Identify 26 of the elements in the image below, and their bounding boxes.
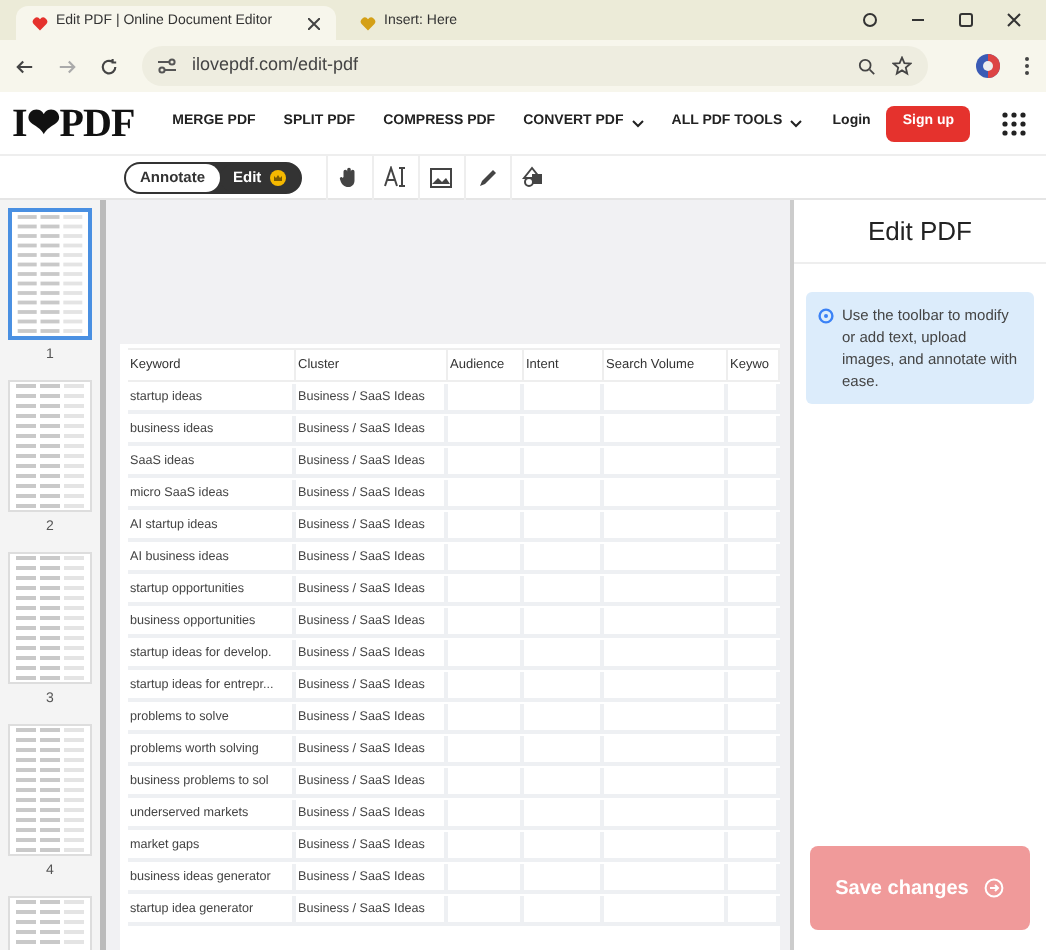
zoom-icon[interactable] — [858, 57, 876, 75]
site-settings-icon[interactable] — [158, 58, 176, 74]
close-icon[interactable] — [308, 17, 320, 29]
info-icon — [818, 308, 834, 324]
pen-tool-icon[interactable] — [477, 167, 498, 187]
address-bar[interactable]: ilovepdf.com/edit-pdf — [142, 46, 928, 86]
favicon-icon — [360, 15, 376, 31]
image-tool-icon[interactable] — [430, 167, 453, 187]
profile-menu-icon[interactable] — [862, 12, 878, 28]
apps-grid-icon[interactable] — [1002, 111, 1026, 135]
profile-avatar-icon[interactable] — [976, 54, 1000, 78]
text-tool-icon[interactable] — [383, 166, 408, 188]
more-menu-icon[interactable] — [1024, 56, 1030, 76]
reload-icon[interactable] — [100, 57, 118, 75]
close-window-icon[interactable] — [1006, 12, 1022, 28]
back-icon[interactable] — [16, 57, 34, 75]
site-logo[interactable]: I❤PDF — [12, 93, 135, 153]
crown-badge-icon — [269, 169, 286, 185]
panel-title: Edit PDF — [794, 200, 1046, 264]
hand-tool-icon[interactable] — [338, 166, 361, 188]
maximize-icon[interactable] — [958, 12, 974, 28]
arrow-circle-icon — [984, 878, 1005, 898]
shapes-tool-icon[interactable] — [522, 166, 545, 188]
bookmark-star-icon[interactable] — [892, 56, 912, 76]
favicon-icon — [32, 15, 48, 31]
page-thumbnail[interactable] — [8, 208, 92, 340]
